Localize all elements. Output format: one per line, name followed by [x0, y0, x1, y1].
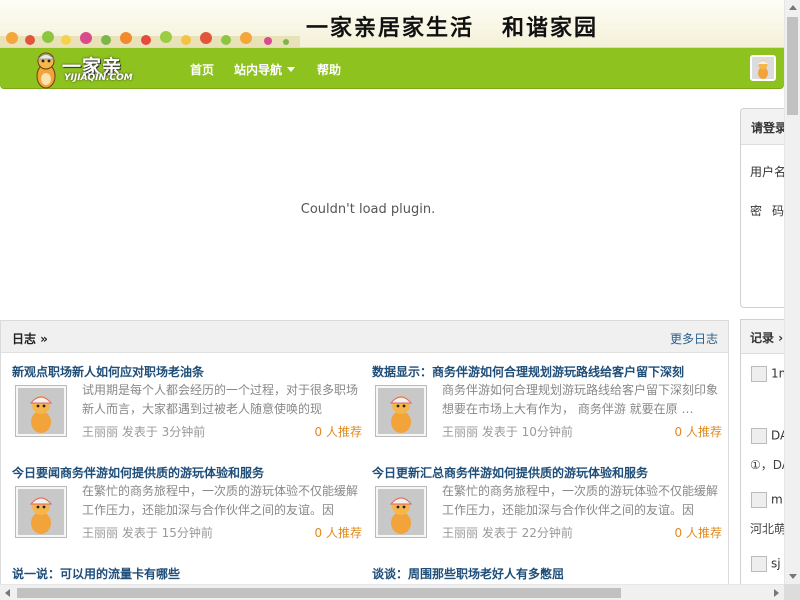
record-item[interactable]: sj [751, 556, 781, 572]
scroll-left-arrow-icon[interactable] [0, 585, 16, 600]
site-logo-domain[interactable]: YIJIAQIN.COM [64, 73, 133, 83]
post-meta: 王丽丽 发表于 22分钟前 [442, 524, 573, 541]
vertical-scrollbar[interactable] [784, 0, 800, 584]
post-author-avatar[interactable] [15, 486, 67, 538]
post-author-link[interactable]: 王丽丽 [442, 425, 478, 439]
post-recommend-count: 0 人推荐 [674, 526, 722, 540]
post-excerpt: 在繁忙的商务旅程中，一次质的游玩体验不仅能缓解工作压力，还能加深与合作伙伴之间的… [442, 484, 719, 517]
blog-post: 今日更新汇总商务伴游如何提供质的游玩体验和服务 在繁忙的商务旅程中，一次质的游玩… [372, 464, 722, 569]
post-excerpt: 试用期是每个人都会经历的一个过程，对于很多职场新人而言，大家都遇到过被老人随意使… [82, 383, 359, 416]
post-author-avatar[interactable] [375, 486, 427, 538]
post-recommend-count: 0 人推荐 [314, 425, 362, 439]
records-title[interactable]: 记录 › [741, 320, 790, 354]
slogan-left: 一家亲居家生活 [306, 15, 475, 41]
plugin-area: Couldn't load plugin. [0, 98, 736, 320]
blog-post: 谈谈：周围那些职场老好人有多憋屈 [372, 565, 722, 585]
post-recommend-count: 0 人推荐 [314, 526, 362, 540]
plugin-error-message: Couldn't load plugin. [300, 202, 436, 217]
post-author-link[interactable]: 王丽丽 [82, 425, 118, 439]
post-title-link[interactable]: 数据显示：商务伴游如何合理规划游玩路线给客户留下深刻 [372, 363, 722, 380]
blog-post: 今日要闻商务伴游如何提供质的游玩体验和服务 在繁忙的商务旅程中，一次质的游玩体验… [12, 464, 362, 569]
post-meta: 王丽丽 发表于 15分钟前 [82, 524, 213, 541]
user-avatar[interactable] [750, 55, 776, 81]
post-excerpt: 商务伴游如何合理规划游玩路线给客户留下深刻印象想要在市场上大有作为， 商务伴游 … [442, 383, 719, 416]
post-meta: 王丽丽 发表于 3分钟前 [82, 423, 205, 440]
banner-decoration [0, 31, 300, 47]
mascot-avatar-icon [18, 489, 64, 535]
record-avatar[interactable] [751, 492, 767, 508]
blog-post: 新观点职场新人如何应对职场老油条 试用期是每个人都会经历的一个过程，对于很多职场… [12, 363, 362, 468]
login-title: 请登录 [741, 109, 790, 145]
password-label: 密码 [750, 204, 790, 218]
record-avatar[interactable] [751, 556, 767, 572]
banner-slogan: 一家亲居家生活 和谐家园 [306, 10, 598, 42]
nav-help-link[interactable]: 帮助 [317, 61, 341, 78]
post-title-link[interactable]: 说一说：可以用的流量卡有哪些 [12, 565, 362, 582]
blog-header: 日志 » 更多日志 [1, 321, 728, 353]
mascot-avatar-icon [378, 388, 424, 434]
vertical-scroll-thumb[interactable] [787, 17, 798, 115]
post-time: 发表于 22分钟前 [481, 526, 573, 540]
post-title-link[interactable]: 今日要闻商务伴游如何提供质的游玩体验和服务 [12, 464, 362, 481]
blog-panel: 日志 » 更多日志 新观点职场新人如何应对职场老油条 试用期是每个人都会经历的一… [0, 320, 729, 590]
login-panel: 请登录 用户名 密码 [740, 108, 790, 308]
horizontal-scroll-thumb[interactable] [17, 588, 621, 598]
post-time: 发表于 3分钟前 [121, 425, 206, 439]
record-user[interactable]: sj [771, 557, 781, 571]
post-excerpt: 在繁忙的商务旅程中，一次质的游玩体验不仅能缓解工作压力，还能加深与合作伙伴之间的… [82, 484, 359, 517]
post-title-link[interactable]: 新观点职场新人如何应对职场老油条 [12, 363, 362, 380]
post-title-link[interactable]: 谈谈：周围那些职场老好人有多憋屈 [372, 565, 722, 582]
post-author-avatar[interactable] [375, 385, 427, 437]
scroll-up-arrow-icon[interactable] [785, 0, 800, 16]
records-panel: 记录 › 1m DA ①，DA m 河北萌 sj [740, 319, 790, 589]
mascot-avatar-icon [18, 388, 64, 434]
post-author-avatar[interactable] [15, 385, 67, 437]
post-author-link[interactable]: 王丽丽 [442, 526, 478, 540]
post-meta: 王丽丽 发表于 10分钟前 [442, 423, 573, 440]
record-item[interactable]: DA [751, 428, 788, 444]
nav-guide-label: 站内导航 [234, 63, 283, 77]
more-blogs-link[interactable]: 更多日志 [670, 330, 718, 347]
blog-post: 说一说：可以用的流量卡有哪些 [12, 565, 362, 585]
top-banner: 一家亲居家生活 和谐家园 [0, 0, 784, 48]
record-avatar[interactable] [751, 428, 767, 444]
nav-guide-menu[interactable]: 站内导航 [234, 61, 296, 78]
slogan-right: 和谐家园 [502, 15, 599, 41]
record-item[interactable]: m [751, 492, 783, 508]
record-content: 河北萌 [750, 522, 787, 536]
post-title-link[interactable]: 今日更新汇总商务伴游如何提供质的游玩体验和服务 [372, 464, 722, 481]
blog-post: 数据显示：商务伴游如何合理规划游玩路线给客户留下深刻 商务伴游如何合理规划游玩路… [372, 363, 722, 468]
record-user[interactable]: m [771, 493, 783, 507]
post-recommend-count: 0 人推荐 [674, 425, 722, 439]
scroll-right-arrow-icon[interactable] [768, 585, 784, 600]
blog-title[interactable]: 日志 » [12, 330, 48, 347]
horizontal-scrollbar[interactable] [0, 584, 784, 600]
username-label: 用户名 [750, 165, 787, 179]
post-time: 发表于 10分钟前 [481, 425, 573, 439]
post-author-link[interactable]: 王丽丽 [82, 526, 118, 540]
caret-down-icon [287, 67, 296, 72]
scroll-down-arrow-icon[interactable] [785, 568, 800, 584]
scrollbar-corner [784, 584, 800, 600]
mascot-avatar-icon [378, 489, 424, 535]
nav-home-link[interactable]: 首页 [190, 61, 214, 78]
post-time: 发表于 15分钟前 [121, 526, 213, 540]
avatar-mascot-icon [752, 57, 774, 79]
record-avatar[interactable] [751, 366, 767, 382]
